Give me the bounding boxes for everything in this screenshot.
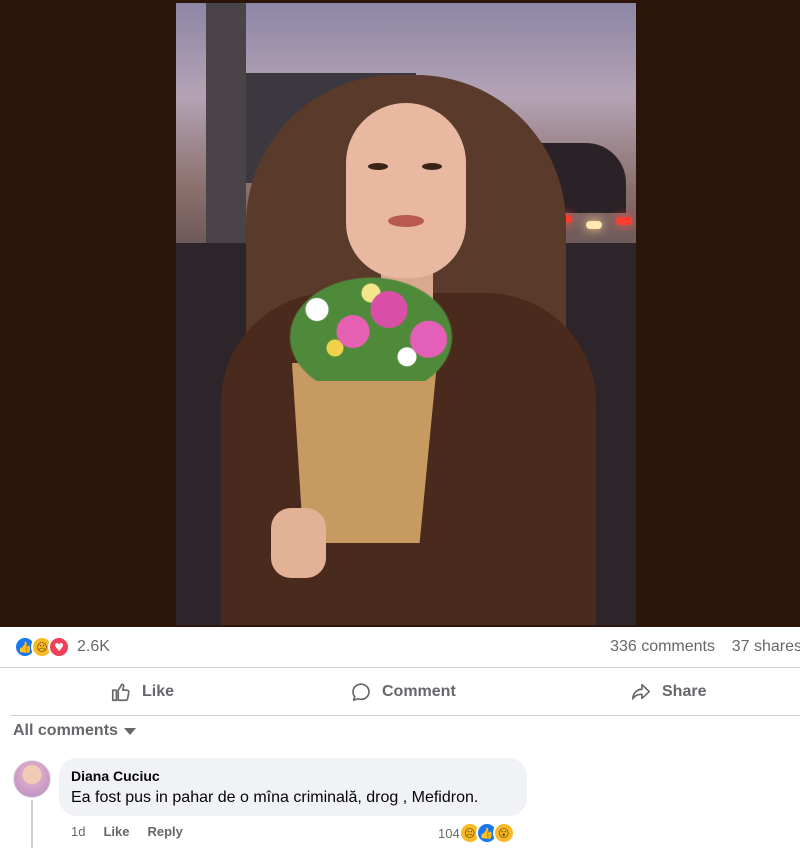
post-media[interactable] [0, 0, 800, 627]
comment-bubble-icon [350, 681, 372, 703]
post-stats: 👍 ☹ ♥ 2.6K 336 comments 37 shares [0, 627, 800, 668]
person-face [346, 103, 466, 278]
comment-bubble: Diana Cuciuc Ea fost pus in pahar de o m… [59, 758, 527, 816]
lips [388, 215, 424, 227]
reaction-summary[interactable]: 👍 ☹ ♥ 2.6K [14, 636, 110, 658]
comment-label: Comment [382, 683, 456, 700]
comments-count-link[interactable]: 336 comments [610, 638, 715, 656]
shares-count-link[interactable]: 37 shares [732, 638, 800, 656]
eye [368, 163, 388, 170]
avatar[interactable] [13, 760, 51, 798]
wow-reaction-icon: 😮 [492, 822, 515, 844]
comments-filter-dropdown[interactable]: All comments [13, 722, 136, 740]
comment-reaction-count: 104 [438, 825, 460, 841]
comment-thread-line [31, 800, 33, 848]
comment-like-button[interactable]: Like [103, 824, 129, 839]
love-reaction-icon: ♥ [48, 636, 70, 658]
like-button[interactable]: Like [110, 678, 174, 706]
car-light [616, 217, 632, 225]
comment-timestamp[interactable]: 1d [71, 824, 85, 839]
reaction-count[interactable]: 2.6K [77, 638, 110, 656]
comment-text: Ea fost pus in pahar de o mîna criminală… [71, 789, 479, 806]
post-actions: Like Comment Share [10, 668, 800, 716]
comment-meta: 1d Like Reply [71, 824, 183, 839]
comments-filter-label: All comments [13, 722, 118, 739]
comment-button[interactable]: Comment [350, 678, 456, 706]
comment-author[interactable]: Diana Cuciuc [71, 768, 160, 784]
share-label: Share [662, 683, 707, 700]
share-button[interactable]: Share [630, 678, 706, 706]
eye [422, 163, 442, 170]
flower-bouquet [281, 271, 461, 381]
thumbs-up-icon [110, 681, 132, 703]
comment-reply-button[interactable]: Reply [147, 824, 182, 839]
caret-down-icon [123, 727, 136, 735]
like-label: Like [142, 683, 175, 700]
car-light [586, 221, 602, 229]
post-photo[interactable] [176, 3, 636, 625]
person-hand [271, 508, 326, 578]
comment-reactions[interactable]: 104 ☹ 👍 😮 [438, 822, 515, 844]
share-arrow-icon [630, 681, 652, 703]
